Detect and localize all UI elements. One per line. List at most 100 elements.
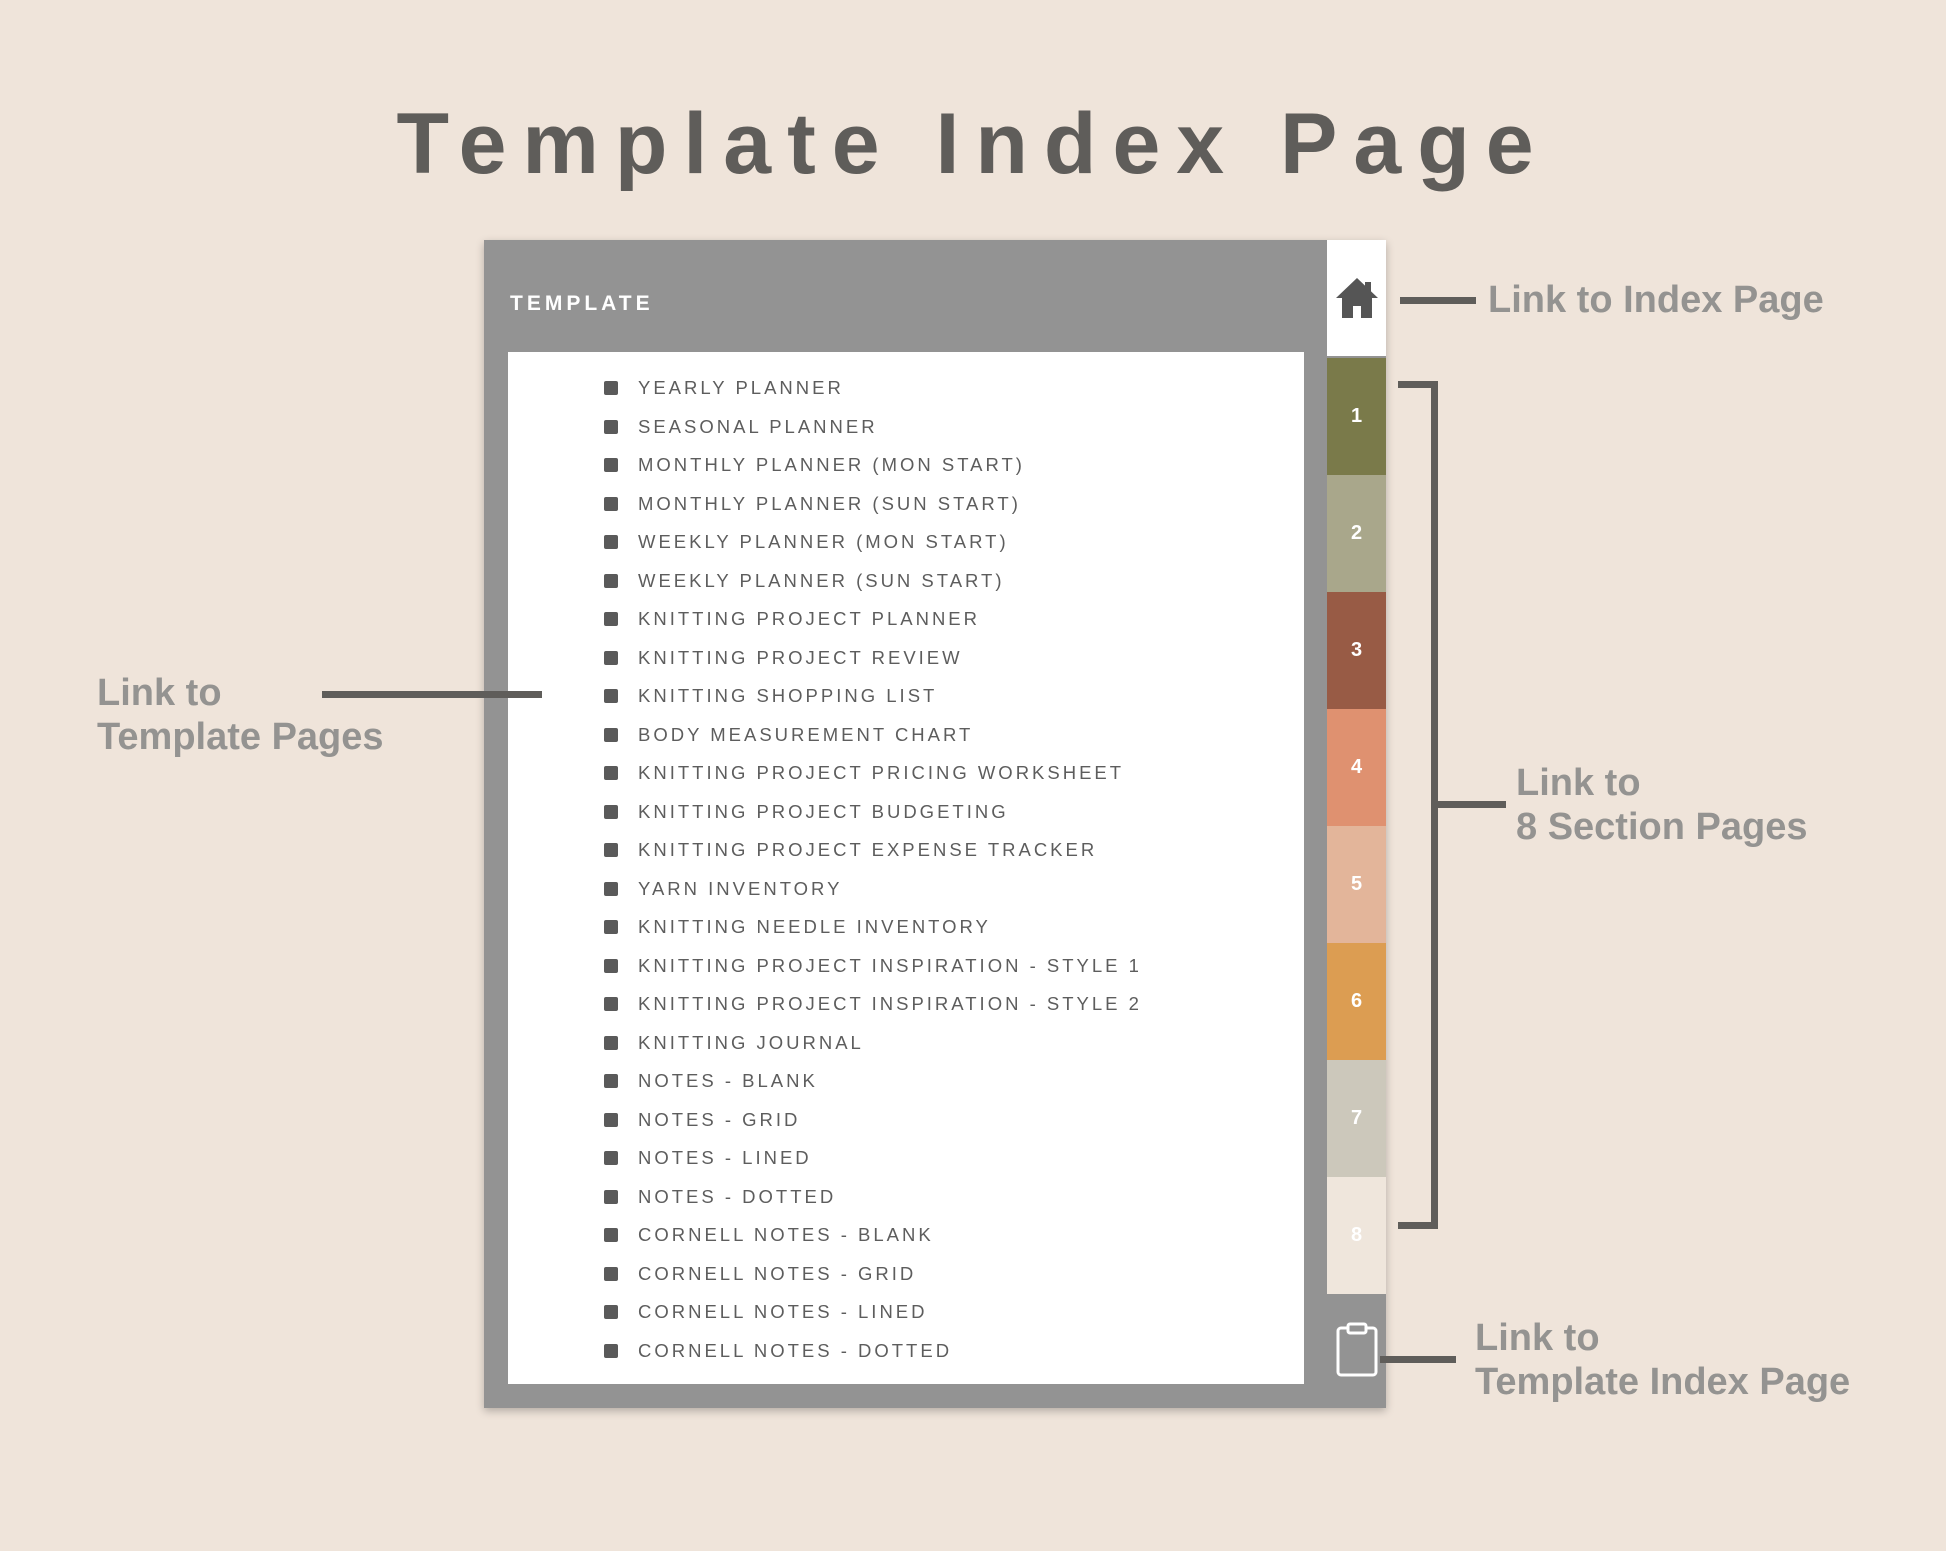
square-bullet-icon	[604, 920, 618, 935]
template-link-label: KNITTING PROJECT INSPIRATION - STYLE 1	[638, 954, 1142, 976]
square-bullet-icon	[604, 1151, 618, 1166]
template-link[interactable]: KNITTING JOURNAL	[604, 1024, 1142, 1063]
template-link-label: WEEKLY PLANNER (MON START)	[638, 531, 1009, 553]
section-bracket-connector	[1438, 801, 1506, 808]
section-tab-7[interactable]: 7	[1327, 1060, 1386, 1177]
square-bullet-icon	[604, 1112, 618, 1127]
square-bullet-icon	[604, 958, 618, 973]
template-link-label: KNITTING PROJECT INSPIRATION - STYLE 2	[638, 993, 1142, 1015]
planner-preview: TEMPLATE YEARLY PLANNER SEASONAL PLANNER M…	[484, 240, 1386, 1408]
template-link-label: NOTES - LINED	[638, 1147, 812, 1169]
index-page-annotation-text: Link to Index Page	[1488, 279, 1824, 321]
template-link-label: WEEKLY PLANNER (SUN START)	[638, 569, 1005, 591]
section-tab-4[interactable]: 4	[1327, 709, 1386, 826]
square-bullet-icon	[604, 843, 618, 858]
template-link[interactable]: KNITTING PROJECT INSPIRATION - STYLE 1	[604, 947, 1142, 986]
template-link[interactable]: NOTES - BLANK	[604, 1062, 1142, 1101]
section-pages-annotation: Link to 8 Section Pages	[1516, 761, 1807, 849]
page-title: Template Index Page	[396, 96, 1550, 192]
section-bracket-vertical	[1431, 381, 1438, 1229]
index-page-connector	[1400, 297, 1476, 304]
square-bullet-icon	[604, 1305, 618, 1320]
template-link[interactable]: NOTES - GRID	[604, 1101, 1142, 1140]
template-link[interactable]: MONTHLY PLANNER (MON START)	[604, 446, 1142, 485]
template-link[interactable]: KNITTING NEEDLE INVENTORY	[604, 908, 1142, 947]
square-bullet-icon	[604, 535, 618, 550]
square-bullet-icon	[604, 419, 618, 434]
section-bracket-bottom	[1398, 1222, 1438, 1229]
template-link[interactable]: YARN INVENTORY	[604, 870, 1142, 909]
square-bullet-icon	[604, 458, 618, 473]
section-tab-3[interactable]: 3	[1327, 592, 1386, 709]
home-tab[interactable]	[1327, 240, 1386, 356]
section-tab-6[interactable]: 6	[1327, 943, 1386, 1060]
template-index-annotation: Link to Template Index Page	[1475, 1316, 1850, 1404]
template-link-label: KNITTING PROJECT REVIEW	[638, 646, 963, 668]
template-link-label: KNITTING PROJECT BUDGETING	[638, 800, 1009, 822]
section-tab-1[interactable]: 1	[1327, 358, 1386, 475]
square-bullet-icon	[604, 881, 618, 896]
template-link[interactable]: KNITTING PROJECT REVIEW	[604, 639, 1142, 678]
template-link[interactable]: KNITTING PROJECT PRICING WORKSHEET	[604, 754, 1142, 793]
square-bullet-icon	[604, 1266, 618, 1281]
square-bullet-icon	[604, 381, 618, 396]
square-bullet-icon	[604, 1035, 618, 1050]
template-link-label: NOTES - BLANK	[638, 1070, 818, 1092]
template-link[interactable]: CORNELL NOTES - DOTTED	[604, 1332, 1142, 1371]
square-bullet-icon	[604, 612, 618, 627]
template-index-annotation-line-1: Link to	[1475, 1317, 1600, 1359]
template-link[interactable]: YEARLY PLANNER	[604, 369, 1142, 408]
template-link[interactable]: CORNELL NOTES - GRID	[604, 1255, 1142, 1294]
template-pages-annotation-line-2: Template Pages	[97, 716, 384, 758]
template-link[interactable]: CORNELL NOTES - LINED	[604, 1293, 1142, 1332]
template-list-panel: YEARLY PLANNER SEASONAL PLANNER MONTHLY PL…	[508, 352, 1304, 1384]
template-link-label: KNITTING SHOPPING LIST	[638, 685, 938, 707]
template-link[interactable]: KNITTING PROJECT PLANNER	[604, 600, 1142, 639]
square-bullet-icon	[604, 1228, 618, 1243]
template-link[interactable]: WEEKLY PLANNER (MON START)	[604, 523, 1142, 562]
template-link-label: NOTES - DOTTED	[638, 1185, 837, 1207]
template-link-label: YEARLY PLANNER	[638, 377, 844, 399]
template-link-label: SEASONAL PLANNER	[638, 415, 878, 437]
section-tab-2[interactable]: 2	[1327, 475, 1386, 592]
square-bullet-icon	[604, 650, 618, 665]
template-list: YEARLY PLANNER SEASONAL PLANNER MONTHLY PL…	[604, 369, 1142, 1370]
square-bullet-icon	[604, 1074, 618, 1089]
template-link-label: KNITTING PROJECT PRICING WORKSHEET	[638, 762, 1125, 784]
template-link-label: MONTHLY PLANNER (SUN START)	[638, 492, 1021, 514]
section-tab-8[interactable]: 8	[1327, 1177, 1386, 1294]
template-link[interactable]: KNITTING SHOPPING LIST	[604, 677, 1142, 716]
template-link[interactable]: MONTHLY PLANNER (SUN START)	[604, 485, 1142, 524]
square-bullet-icon	[604, 997, 618, 1012]
side-tab-column: 12345678	[1327, 240, 1386, 1408]
template-link-label: YARN INVENTORY	[638, 877, 843, 899]
square-bullet-icon	[604, 804, 618, 819]
template-link[interactable]: NOTES - LINED	[604, 1139, 1142, 1178]
template-pages-annotation-line-1: Link to	[97, 672, 222, 714]
template-index-tab[interactable]	[1327, 1292, 1386, 1408]
square-bullet-icon	[604, 573, 618, 588]
section-pages-annotation-line-2: 8 Section Pages	[1516, 806, 1808, 848]
template-link[interactable]: NOTES - DOTTED	[604, 1178, 1142, 1217]
template-link-label: NOTES - GRID	[638, 1108, 801, 1130]
template-link[interactable]: SEASONAL PLANNER	[604, 408, 1142, 447]
template-link-label: CORNELL NOTES - LINED	[638, 1301, 928, 1323]
template-link-label: KNITTING NEEDLE INVENTORY	[638, 916, 991, 938]
template-link-label: KNITTING JOURNAL	[638, 1031, 864, 1053]
template-link[interactable]: KNITTING PROJECT BUDGETING	[604, 793, 1142, 832]
square-bullet-icon	[604, 689, 618, 704]
template-index-annotation-line-2: Template Index Page	[1475, 1361, 1851, 1403]
template-link[interactable]: KNITTING PROJECT EXPENSE TRACKER	[604, 831, 1142, 870]
template-link-label: KNITTING PROJECT EXPENSE TRACKER	[638, 839, 1098, 861]
template-link[interactable]: BODY MEASUREMENT CHART	[604, 716, 1142, 755]
clipboard-icon	[1336, 1322, 1377, 1377]
template-link[interactable]: KNITTING PROJECT INSPIRATION - STYLE 2	[604, 985, 1142, 1024]
template-link-label: CORNELL NOTES - DOTTED	[638, 1339, 953, 1361]
square-bullet-icon	[604, 1189, 618, 1204]
template-link[interactable]: WEEKLY PLANNER (SUN START)	[604, 562, 1142, 601]
planner-header-label: TEMPLATE	[510, 292, 654, 315]
index-page-annotation: Link to Index Page	[1488, 278, 1824, 322]
section-tab-5[interactable]: 5	[1327, 826, 1386, 943]
template-link-label: KNITTING PROJECT PLANNER	[638, 608, 981, 630]
template-link[interactable]: CORNELL NOTES - BLANK	[604, 1216, 1142, 1255]
